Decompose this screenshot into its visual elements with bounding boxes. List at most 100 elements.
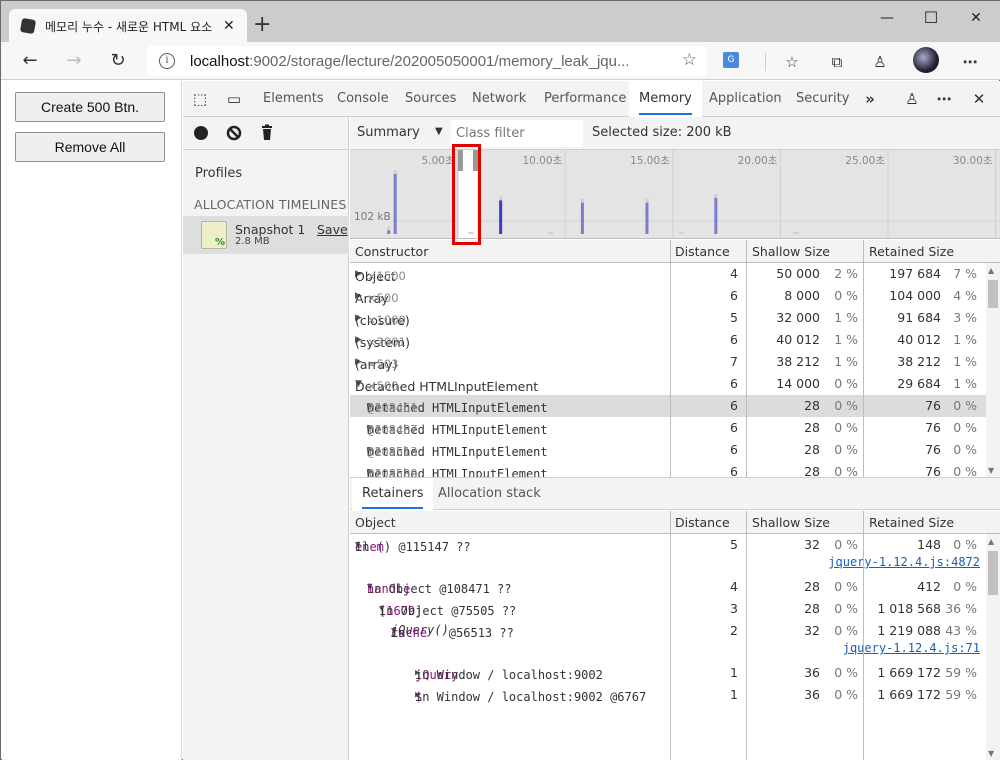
col-distance[interactable]: Distance bbox=[675, 244, 730, 259]
allocation-timeline[interactable]: 5.00초 10.00초 15.00초 20.00초 25.00초 30.00초 102 k… bbox=[350, 150, 1000, 239]
retainers-scrollbar[interactable]: ▲ ▼ bbox=[986, 534, 1000, 760]
shallow-pct-cell: 1 % bbox=[834, 310, 858, 325]
scroll-up-icon[interactable]: ▲ bbox=[988, 266, 994, 275]
instance-row[interactable]: ▶ Detached HTMLInputElement @108461 ?? ? … bbox=[350, 395, 988, 417]
back-button[interactable]: ← bbox=[17, 48, 43, 74]
source-link[interactable]: jquery-1.12.4.js:4872 bbox=[670, 555, 990, 569]
constructor-scrollbar[interactable]: ▲ ▼ bbox=[986, 263, 1000, 477]
clear-icon[interactable] bbox=[225, 124, 243, 142]
distance-cell: 1 bbox=[730, 665, 738, 680]
new-tab-button[interactable]: + bbox=[253, 13, 271, 37]
shallow-size-cell: 32 bbox=[804, 537, 820, 552]
scroll-up-icon[interactable]: ▲ bbox=[988, 537, 994, 546]
tab-network[interactable]: Network bbox=[472, 81, 526, 117]
minimize-button[interactable]: — bbox=[867, 7, 907, 29]
snapshot-size: 2.8 MB bbox=[235, 236, 270, 247]
constructor-row[interactable]: ▶ (system) ×2001 6 40 012 1 % 40 012 1 % bbox=[350, 329, 988, 351]
shallow-pct-cell: 0 % bbox=[834, 464, 858, 477]
instance-count: ×2001 bbox=[366, 335, 406, 349]
create-500-button[interactable]: Create 500 Btn. bbox=[15, 92, 165, 122]
close-window-button[interactable]: ✕ bbox=[956, 7, 996, 29]
tab-security[interactable]: Security bbox=[796, 81, 849, 117]
constructor-row[interactable]: ▶ Object ×1500 4 50 000 2 % 197 684 7 % bbox=[350, 263, 988, 285]
timeline-chart[interactable]: 5.00초 10.00초 15.00초 20.00초 25.00초 30.00초 102 k… bbox=[350, 150, 1000, 239]
allocation-timelines-header: ALLOCATION TIMELINES bbox=[194, 197, 347, 212]
scroll-down-icon[interactable]: ▼ bbox=[988, 749, 994, 758]
retainer-row[interactable]: ▼ handle in Object @108471 ?? 4 28 0 % 41… bbox=[350, 576, 988, 598]
shallow-pct-cell: 1 % bbox=[834, 332, 858, 347]
profile-avatar[interactable] bbox=[913, 47, 939, 73]
tab-application[interactable]: Application bbox=[709, 81, 782, 117]
dropdown-arrow-icon[interactable]: ▼ bbox=[435, 126, 443, 137]
shallow-pct-cell: 0 % bbox=[834, 665, 858, 680]
tab-elements[interactable]: Elements bbox=[263, 81, 324, 117]
feedback-icon[interactable]: ♙ bbox=[869, 51, 891, 73]
more-tabs-icon[interactable]: » bbox=[859, 89, 881, 109]
tab-console[interactable]: Console bbox=[337, 81, 389, 117]
inspect-element-icon[interactable]: ⬚ bbox=[189, 89, 211, 109]
distance-cell: 5 bbox=[730, 310, 738, 325]
refresh-button[interactable]: ↻ bbox=[105, 48, 131, 74]
maximize-button[interactable]: ☐ bbox=[911, 7, 951, 29]
constructor-row[interactable]: ▶ (array) ×503 7 38 212 1 % 38 212 1 % bbox=[350, 351, 988, 373]
save-snapshot-link[interactable]: Save bbox=[317, 222, 348, 237]
tab-sources[interactable]: Sources bbox=[405, 81, 456, 117]
forward-button[interactable]: → bbox=[61, 48, 87, 74]
col-distance[interactable]: Distance bbox=[675, 515, 730, 530]
favorites-icon[interactable]: ☆ bbox=[781, 51, 803, 73]
scroll-thumb[interactable] bbox=[988, 280, 998, 308]
source-link[interactable]: jquery-1.12.4.js:71 bbox=[670, 641, 990, 655]
collections-icon[interactable]: ⧉ bbox=[826, 51, 848, 73]
instance-row[interactable]: ▶ Detached HTMLInputElement @108487 ?? ? … bbox=[350, 417, 988, 439]
scroll-down-icon[interactable]: ▼ bbox=[988, 466, 994, 475]
site-info-icon[interactable]: i bbox=[159, 53, 175, 69]
retainer-row[interactable]: ▼ elem in () @115147 ?? 5 32 0 % 148 0 % bbox=[350, 534, 988, 556]
feedback-icon[interactable]: ♙ bbox=[901, 89, 923, 109]
col-shallow-size[interactable]: Shallow Size bbox=[752, 244, 830, 259]
selection-left-handle bbox=[458, 150, 463, 171]
retained-pct-cell: 0 % bbox=[953, 464, 977, 477]
address-bar[interactable]: i localhost:9002/storage/lecture/2020050… bbox=[147, 46, 707, 76]
constructor-name: ▶ Object ×1500 bbox=[355, 269, 406, 284]
tab-retainers[interactable]: Retainers bbox=[352, 478, 434, 510]
col-shallow-size[interactable]: Shallow Size bbox=[752, 515, 830, 530]
add-favorite-icon[interactable]: ☆ bbox=[682, 50, 697, 70]
close-tab-icon[interactable]: ✕ bbox=[223, 18, 235, 34]
col-retained-size[interactable]: Retained Size bbox=[869, 515, 954, 530]
tab-performance[interactable]: Performance bbox=[544, 81, 626, 117]
translate-icon[interactable]: G bbox=[723, 52, 739, 68]
col-retained-size[interactable]: Retained Size bbox=[869, 244, 954, 259]
retainer-row[interactable]: ▼ [1679] in Object @75505 ?? 3 28 0 % 1 0… bbox=[350, 598, 988, 620]
retainer-row[interactable]: ▶ jQuery in Window / localhost:9002 1 36 … bbox=[350, 662, 988, 684]
snapshot-item[interactable]: Snapshot 1 2.8 MB Save bbox=[183, 216, 349, 254]
record-icon[interactable] bbox=[192, 124, 210, 142]
retainer-row[interactable]: ▶ $ in Window / localhost:9002 @6767 1 36… bbox=[350, 684, 988, 706]
col-object[interactable]: Object bbox=[355, 515, 396, 530]
shallow-size-cell: 28 bbox=[804, 442, 820, 457]
timeline-minor-mark bbox=[468, 232, 474, 234]
retained-pct-cell: 4 % bbox=[953, 288, 977, 303]
distance-cell: 5 bbox=[730, 537, 738, 552]
close-devtools-icon[interactable]: ✕ bbox=[968, 89, 990, 109]
instance-row[interactable]: ▶ Detached HTMLInputElement @108539 ?? ? … bbox=[350, 461, 988, 477]
more-icon[interactable]: ⋯ bbox=[959, 51, 981, 73]
column-divider bbox=[863, 240, 864, 477]
constructor-row[interactable]: ▶ (closure) ×1000 5 32 000 1 % 91 684 3 % bbox=[350, 307, 988, 329]
remove-all-button[interactable]: Remove All bbox=[15, 132, 165, 162]
scroll-thumb[interactable] bbox=[988, 551, 998, 595]
device-toolbar-icon[interactable]: ▭ bbox=[223, 89, 245, 109]
tab-memory[interactable]: Memory bbox=[629, 81, 702, 117]
distance-cell: 6 bbox=[730, 376, 738, 391]
constructor-row[interactable]: ▼ Detached HTMLInputElement ×500 6 14 000… bbox=[350, 373, 988, 395]
garbage-collect-icon[interactable] bbox=[258, 124, 276, 142]
navigation-bar: ← → ↻ i localhost:9002/storage/lecture/2… bbox=[1, 42, 1000, 80]
tab-allocation-stack[interactable]: Allocation stack bbox=[428, 478, 551, 510]
class-filter-input[interactable] bbox=[451, 120, 583, 147]
retainer-row[interactable]: ▼ cache in jQuery() @56513 ?? 2 32 0 % 1 … bbox=[350, 620, 988, 642]
col-constructor[interactable]: Constructor bbox=[355, 244, 428, 259]
view-select[interactable]: Summary bbox=[357, 125, 420, 140]
browser-tab[interactable]: 메모리 누수 - 새로운 HTML 요소 ✕ bbox=[9, 9, 247, 43]
constructor-row[interactable]: ▶ Array ×500 6 8 000 0 % 104 000 4 % bbox=[350, 285, 988, 307]
devtools-menu-icon[interactable]: ⋯ bbox=[933, 89, 955, 109]
instance-row[interactable]: ▶ Detached HTMLInputElement @108513 ?? ? … bbox=[350, 439, 988, 461]
